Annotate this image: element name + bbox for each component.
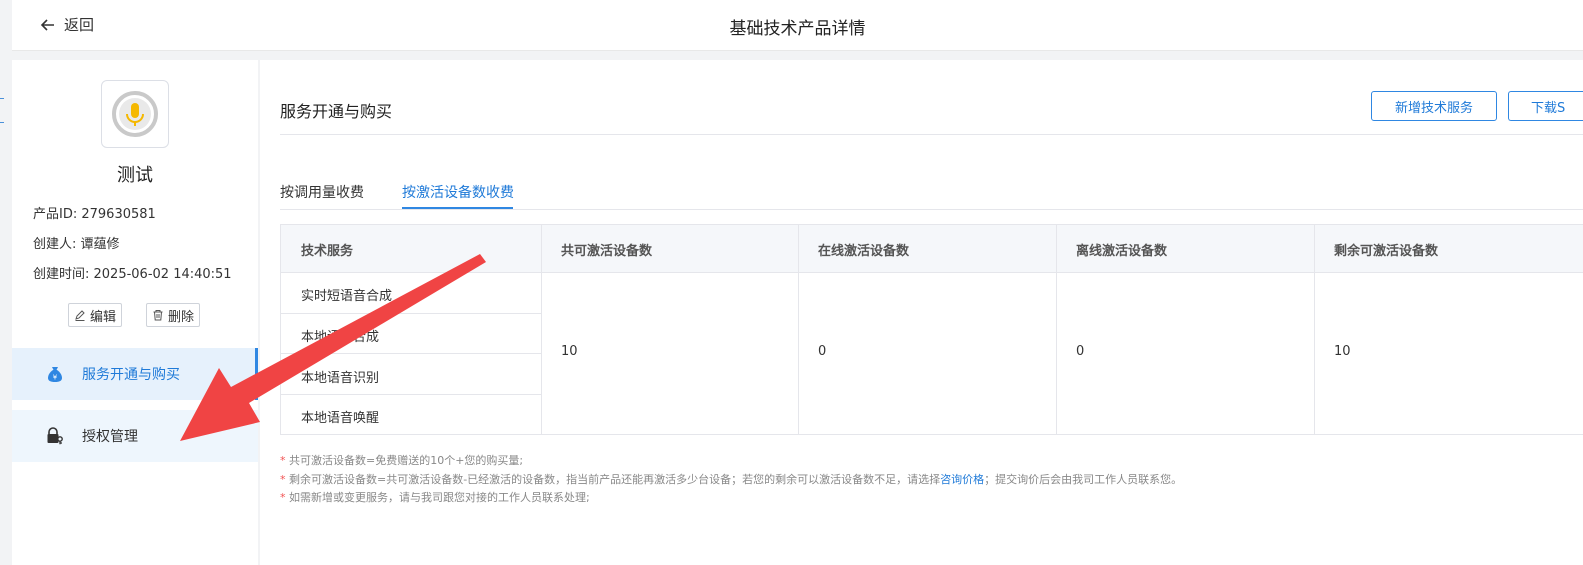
add-service-button[interactable]: 新增技术服务 — [1371, 91, 1497, 121]
column-divider — [541, 225, 542, 434]
product-created-time: 创建时间: 2025-06-02 14:40:51 — [33, 267, 232, 282]
svg-text:¥: ¥ — [53, 374, 58, 382]
edit-label: 编辑 — [90, 309, 117, 325]
sidebar: 测试 产品ID: 279630581 创建人: 谭蕴修 创建时间: 2025-0… — [12, 60, 258, 565]
required-star: * — [280, 473, 289, 486]
note-text: ；提交询价后会由我司工作人员联系您。 — [984, 473, 1183, 486]
delete-label: 删除 — [168, 309, 195, 325]
row-divider — [281, 394, 541, 395]
column-header: 离线激活设备数 — [1076, 244, 1168, 259]
pencil-icon — [75, 310, 85, 321]
row-divider — [281, 313, 541, 314]
top-bar: 返回 基础技术产品详情 — [12, 0, 1583, 51]
main-panel: 服务开通与购买 新增技术服务 下载S 按调用量收费 按激活设备数收费 技术服务 … — [260, 60, 1583, 565]
row-divider — [281, 353, 541, 354]
table-header: 技术服务 共可激活设备数 在线激活设备数 离线激活设备数 剩余可激活设备数 — [281, 225, 1583, 273]
note-text: 剩余可激活设备数=共可激活设备数-已经激活的设备数，指当前产品还能再激活多少台设… — [289, 473, 941, 486]
offline-devices-value: 0 — [1076, 344, 1085, 359]
service-cell: 本地语音唤醒 — [301, 411, 380, 426]
section-divider — [280, 134, 1583, 135]
column-divider — [798, 225, 799, 434]
online-devices-value: 0 — [818, 344, 827, 359]
product-creator: 创建人: 谭蕴修 — [33, 237, 120, 252]
remaining-devices-value: 10 — [1334, 344, 1351, 359]
consult-price-link[interactable]: 咨询价格 — [940, 473, 984, 486]
product-id: 产品ID: 279630581 — [33, 207, 156, 222]
product-logo — [101, 80, 169, 148]
column-header: 技术服务 — [301, 244, 354, 259]
service-cell: 本地语音合成 — [301, 330, 380, 345]
page-title: 基础技术产品详情 — [729, 19, 866, 39]
note-line: * 剩余可激活设备数=共可激活设备数-已经激活的设备数，指当前产品还能再激活多少… — [280, 471, 1182, 487]
product-name: 测试 — [117, 165, 153, 186]
nav-item-authorization[interactable]: 授权管理 — [12, 410, 258, 462]
download-button[interactable]: 下载S — [1508, 91, 1583, 121]
section-title: 服务开通与购买 — [280, 102, 393, 121]
column-header: 共可激活设备数 — [561, 244, 653, 259]
service-cell: 本地语音识别 — [301, 371, 380, 386]
required-star: * — [280, 454, 289, 467]
device-table: 技术服务 共可激活设备数 在线激活设备数 离线激活设备数 剩余可激活设备数 实时… — [280, 224, 1583, 435]
microphone-icon — [112, 91, 158, 137]
note-line: * 共可激活设备数=免费赠送的10个+您的购买量; — [280, 452, 523, 468]
required-star: * — [280, 491, 289, 504]
edge-divider — [0, 122, 4, 123]
column-header: 在线激活设备数 — [818, 244, 910, 259]
tab-by-devices[interactable]: 按激活设备数收费 — [402, 182, 514, 202]
nav-item-service-purchase[interactable]: ¥ 服务开通与购买 — [12, 348, 258, 400]
note-text: 共可激活设备数=免费赠送的10个+您的购买量; — [289, 454, 524, 467]
trash-icon — [153, 310, 163, 321]
edge-divider — [0, 98, 4, 99]
column-divider — [1314, 225, 1315, 434]
service-cell: 实时短语音合成 — [301, 289, 393, 304]
lock-key-icon — [47, 427, 63, 445]
nav-label: 授权管理 — [82, 429, 138, 445]
active-tab-indicator — [402, 207, 513, 209]
tab-by-calls[interactable]: 按调用量收费 — [280, 182, 364, 202]
edit-button[interactable]: 编辑 — [68, 303, 123, 327]
column-header: 剩余可激活设备数 — [1334, 244, 1439, 259]
nav-label: 服务开通与购买 — [82, 367, 180, 383]
note-text: 如需新增或变更服务，请与我司跟您对接的工作人员联系处理; — [289, 491, 590, 504]
total-devices-value: 10 — [561, 344, 578, 359]
column-divider — [1056, 225, 1057, 434]
money-bag-icon: ¥ — [48, 367, 62, 382]
delete-button[interactable]: 删除 — [146, 303, 201, 327]
tabs-divider — [280, 209, 1583, 210]
note-line: * 如需新增或变更服务，请与我司跟您对接的工作人员联系处理; — [280, 489, 590, 505]
